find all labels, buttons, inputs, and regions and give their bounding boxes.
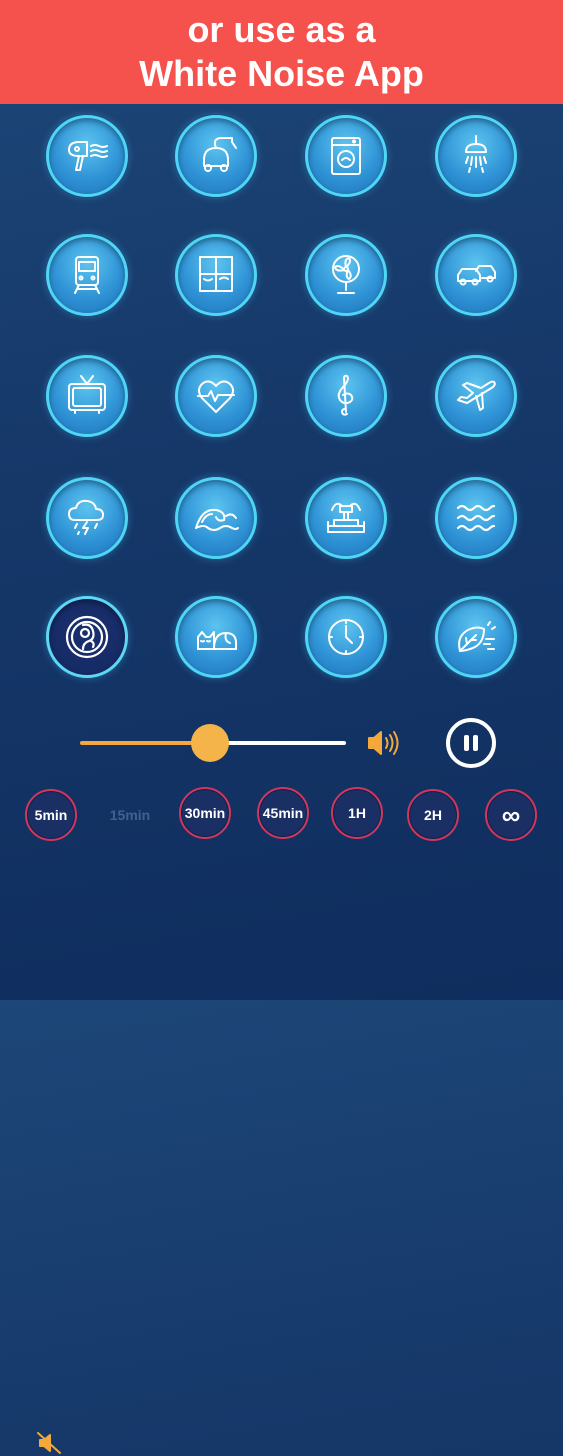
sound-clock-button[interactable] <box>305 596 387 678</box>
shower-icon <box>465 135 487 173</box>
sound-ocean-wave-button[interactable] <box>175 477 257 559</box>
speaker-mute-icon[interactable] <box>36 1430 62 1456</box>
sound-window-button[interactable] <box>175 234 257 316</box>
timer-infinite-button[interactable]: ∞ <box>485 789 537 841</box>
sound-grid <box>0 0 563 700</box>
sleeping-cat-icon <box>197 631 237 650</box>
sound-fan-button[interactable] <box>305 234 387 316</box>
timer-2h-button[interactable]: 2H <box>407 789 459 841</box>
sound-train-button[interactable] <box>46 234 128 316</box>
sound-tv-button[interactable] <box>46 355 128 437</box>
sound-cat-purr-button[interactable] <box>175 596 257 678</box>
volume-slider-track[interactable] <box>210 741 346 745</box>
baby-womb-icon <box>65 615 109 659</box>
timer-45min-button[interactable]: 45min <box>257 787 309 839</box>
sound-music-button[interactable] <box>305 355 387 437</box>
sound-hair-dryer-button[interactable] <box>46 115 128 197</box>
sound-thunderstorm-button[interactable] <box>46 477 128 559</box>
train-icon <box>74 256 100 294</box>
hair-dryer-icon <box>68 141 108 171</box>
timer-15min-button[interactable]: 15min <box>104 789 156 841</box>
tv-icon <box>68 375 106 414</box>
fan-icon <box>332 255 360 294</box>
leaf-wind-icon <box>458 621 496 652</box>
sound-shower-button[interactable] <box>435 115 517 197</box>
vacuum-cleaner-icon <box>203 137 237 172</box>
sound-heartbeat-button[interactable] <box>175 355 257 437</box>
pause-button[interactable] <box>446 718 496 768</box>
ocean-wave-icon <box>195 508 239 531</box>
airplane-icon <box>457 380 496 411</box>
sound-vacuum-button[interactable] <box>175 115 257 197</box>
treble-clef-icon <box>337 374 354 416</box>
cars-icon <box>457 265 496 286</box>
window-icon <box>199 256 233 292</box>
speaker-loud-icon[interactable] <box>366 728 400 758</box>
fountain-icon <box>327 502 365 533</box>
heartbeat-icon <box>197 380 235 413</box>
clock-icon <box>328 619 364 655</box>
sound-leaf-wind-button[interactable] <box>435 596 517 678</box>
sound-womb-button[interactable] <box>46 596 128 678</box>
sound-cars-button[interactable] <box>435 234 517 316</box>
sound-water-waves-button[interactable] <box>435 477 517 559</box>
sound-washing-machine-button[interactable] <box>305 115 387 197</box>
water-waves-icon <box>456 504 496 532</box>
washing-machine-icon <box>331 137 361 175</box>
timer-5min-button[interactable]: 5min <box>25 789 77 841</box>
sound-airplane-button[interactable] <box>435 355 517 437</box>
sound-fountain-button[interactable] <box>305 477 387 559</box>
timer-30min-button[interactable]: 30min <box>179 787 231 839</box>
thunderstorm-icon <box>68 499 104 535</box>
timer-1h-button[interactable]: 1H <box>331 787 383 839</box>
